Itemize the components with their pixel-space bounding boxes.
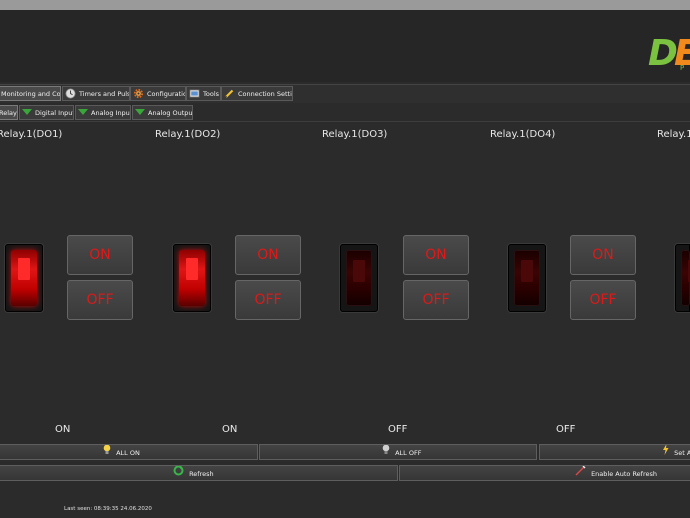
tab-timers-and-pulses[interactable]: Timers and Pulses (62, 86, 130, 101)
subtab-label: Analog Inputs (91, 109, 130, 117)
relay-title: Relay.1(DO3) (322, 129, 388, 140)
lightning-icon (662, 445, 669, 459)
subtab-label: Digital Inputs (35, 109, 73, 117)
tab-label: Monitoring and Control (1, 90, 61, 98)
pencil-icon (224, 88, 235, 99)
refresh-label: Refresh (189, 470, 214, 478)
set-all-label: Set Al (674, 449, 690, 457)
bulb-on-icon (103, 445, 111, 459)
all-off-button[interactable]: ALL OFF (259, 444, 537, 460)
logo-subtext: P (680, 64, 685, 72)
subtab-analog-outputs[interactable]: Analog Outputs (132, 105, 193, 120)
relay-title: Relay.1(DO4) (490, 129, 556, 140)
last-seen-status: Last seen: 08:39:35 24.06.2020 (64, 506, 152, 512)
relay-state-do4: OFF (556, 424, 576, 435)
tab-monitoring-and-control[interactable]: Monitoring and Control (0, 86, 61, 101)
relay-off-button-do1[interactable]: OFF (67, 280, 133, 320)
arrow-down-icon (135, 109, 145, 115)
gear-icon (133, 88, 144, 99)
relay-state-do3: OFF (388, 424, 408, 435)
wand-icon (575, 466, 586, 480)
rocker-indicator (11, 250, 37, 306)
relay-title: Relay.1(DO1) (0, 129, 63, 140)
toolbox-icon (189, 88, 200, 99)
arrow-down-icon (22, 109, 32, 115)
relay-switch-do3[interactable] (340, 244, 378, 312)
relay-off-button-do4[interactable]: OFF (570, 280, 636, 320)
rocker-indicator (681, 250, 690, 306)
tab-configuration[interactable]: Configuration (130, 86, 186, 101)
relay-state-do1: ON (55, 424, 71, 435)
tab-label: Configuration (147, 90, 185, 98)
set-all-button[interactable]: Set Al (539, 444, 690, 460)
all-on-label: ALL ON (116, 449, 140, 457)
all-off-label: ALL OFF (395, 449, 422, 457)
relay-title: Relay.1(DO2) (155, 129, 221, 140)
subtab-digital-inputs[interactable]: Digital Inputs (19, 105, 74, 120)
relay-switch-do4[interactable] (508, 244, 546, 312)
clock-icon (65, 88, 76, 99)
relay-on-button-do2[interactable]: ON (235, 235, 301, 275)
subtab-relays[interactable]: Relays (0, 105, 18, 120)
tab-tools[interactable]: Tools (186, 86, 221, 101)
window-title-bar (0, 0, 690, 10)
relay-switch-do2[interactable] (173, 244, 211, 312)
auto-refresh-label: Enable Auto Refresh (591, 470, 657, 478)
enable-auto-refresh-button[interactable]: Enable Auto Refresh (399, 465, 690, 481)
rocker-indicator (514, 250, 540, 306)
relay-off-button-do3[interactable]: OFF (403, 280, 469, 320)
main-tab-bar: Monitoring and Control Timers and Pulses… (0, 84, 690, 103)
refresh-button[interactable]: Refresh (0, 465, 398, 481)
refresh-icon (173, 466, 184, 480)
relay-on-button-do1[interactable]: ON (67, 235, 133, 275)
relay-on-button-do4[interactable]: ON (570, 235, 636, 275)
tab-connection-settings[interactable]: Connection Settings (221, 86, 293, 101)
rocker-indicator (179, 250, 205, 306)
relay-state-do2: ON (222, 424, 238, 435)
subtab-label: Relays (0, 109, 17, 117)
app-header: D E P (0, 10, 690, 82)
subtab-label: Analog Outputs (148, 109, 193, 117)
bulb-off-icon (382, 445, 390, 459)
subtab-analog-inputs[interactable]: Analog Inputs (75, 105, 131, 120)
relay-off-button-do2[interactable]: OFF (235, 280, 301, 320)
tab-label: Timers and Pulses (79, 90, 129, 98)
arrow-down-icon (78, 109, 88, 115)
relay-switch-do5[interactable] (675, 244, 690, 312)
relay-switch-do1[interactable] (5, 244, 43, 312)
all-on-button[interactable]: ALL ON (0, 444, 258, 460)
company-logo: D E P (648, 34, 690, 74)
sub-tab-bar: Relays Digital Inputs Analog Inputs Anal… (0, 104, 690, 122)
relay-on-button-do3[interactable]: ON (403, 235, 469, 275)
tab-label: Connection Settings (238, 90, 292, 98)
tab-label: Tools (203, 90, 220, 98)
logo-letter-d: D (648, 33, 678, 74)
rocker-indicator (346, 250, 372, 306)
relay-title: Relay.1 (657, 129, 690, 140)
